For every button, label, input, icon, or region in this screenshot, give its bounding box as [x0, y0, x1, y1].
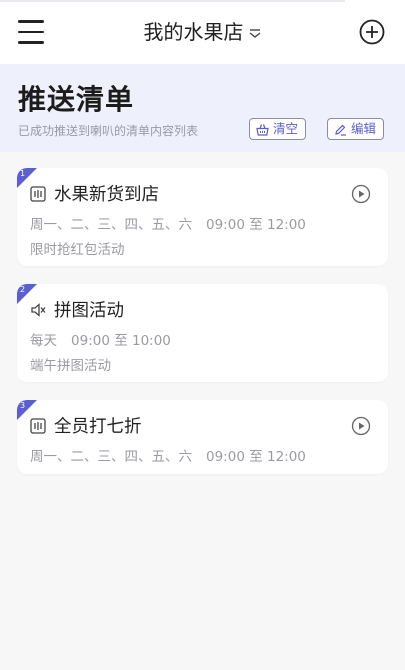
page-header: 推送清单 已成功推送到喇叭的清单内容列表 清空 编辑	[0, 64, 405, 152]
item-index: 1	[20, 169, 26, 178]
item-title: 全员打七折	[54, 417, 142, 437]
list-item[interactable]: 3 全员打七折 周一、二、三、四、五、六 09:00 至 12:00	[17, 400, 388, 474]
item-index: 3	[20, 401, 26, 410]
item-time: 09:00 至 12:00	[206, 449, 306, 465]
edit-button[interactable]: 编辑	[327, 118, 385, 140]
item-schedule: 周一、二、三、四、五、六 09:00 至 12:00	[30, 213, 306, 233]
item-title: 水果新货到店	[54, 185, 159, 205]
item-time: 09:00 至 10:00	[71, 333, 171, 349]
chevron-down-icon	[249, 28, 260, 38]
item-time: 09:00 至 12:00	[206, 217, 306, 233]
item-days: 周一、二、三、四、五、六	[30, 449, 192, 465]
item-days: 周一、二、三、四、五、六	[30, 217, 192, 233]
top-divider	[0, 0, 345, 2]
item-index: 2	[20, 285, 26, 294]
page-subtitle: 已成功推送到喇叭的清单内容列表	[18, 124, 199, 138]
clear-label: 清空	[273, 121, 299, 136]
pencil-icon	[335, 124, 346, 136]
muted-speaker-icon	[31, 303, 46, 317]
list-item[interactable]: 2 拼图活动 每天 09:00 至 10:00 端午拼图活动	[17, 284, 388, 382]
store-selector[interactable]: 我的水果店	[0, 17, 405, 47]
list-item[interactable]: 1 水果新货到店 周一、二、三、四、五、六 09:00 至 12:00 限时抢红包…	[17, 168, 388, 266]
clear-button[interactable]: 清空	[249, 118, 307, 140]
audio-bars-icon	[30, 418, 46, 434]
store-title: 我的水果店	[143, 20, 244, 44]
item-schedule: 每天 09:00 至 10:00	[30, 329, 171, 349]
top-bar: 我的水果店	[0, 0, 405, 64]
edit-label: 编辑	[351, 121, 377, 136]
item-note: 端午拼图活动	[30, 358, 111, 374]
play-icon[interactable]	[351, 416, 371, 436]
add-circle-icon[interactable]	[359, 19, 385, 45]
item-title: 拼图活动	[54, 301, 124, 321]
audio-bars-icon	[30, 186, 46, 202]
item-schedule: 周一、二、三、四、五、六 09:00 至 12:00	[30, 445, 306, 465]
item-days: 每天	[30, 333, 57, 349]
page-title: 推送清单	[18, 83, 135, 116]
basket-icon	[256, 123, 269, 136]
play-icon[interactable]	[351, 184, 371, 204]
item-note: 限时抢红包活动	[30, 242, 125, 258]
